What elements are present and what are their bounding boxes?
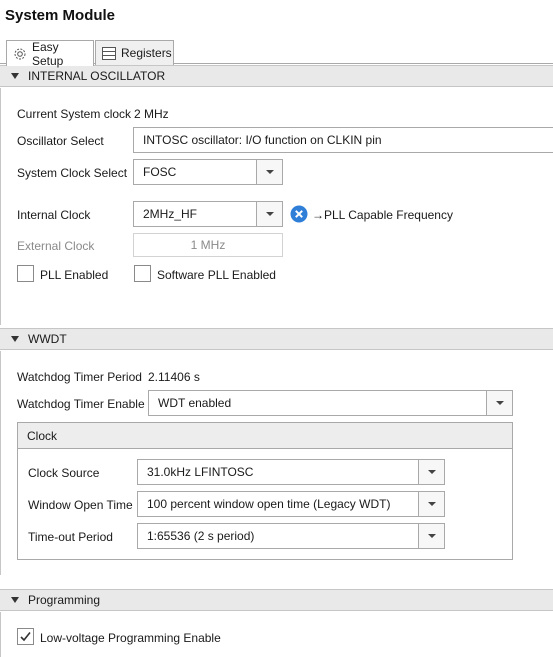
pll-enabled-checkbox[interactable] bbox=[17, 265, 34, 282]
clock-source-label: Clock Source bbox=[28, 466, 100, 480]
oscillator-select-label: Oscillator Select bbox=[17, 134, 104, 148]
timeout-period-label: Time-out Period bbox=[28, 530, 113, 544]
chevron-down-icon bbox=[265, 212, 274, 216]
checkmark-icon bbox=[20, 632, 31, 642]
collapse-arrow-icon bbox=[11, 73, 19, 79]
chevron-down-icon bbox=[495, 401, 504, 405]
tab-easy-setup[interactable]: Easy Setup bbox=[6, 39, 94, 68]
dropdown-button[interactable] bbox=[256, 159, 283, 185]
page-title: System Module bbox=[5, 7, 116, 24]
timeout-period-value: 1:65536 (2 s period) bbox=[137, 523, 418, 549]
collapse-arrow-icon bbox=[11, 336, 19, 342]
external-clock-label: External Clock bbox=[17, 239, 95, 253]
watchdog-period-label: Watchdog Timer Period bbox=[17, 370, 142, 384]
software-pll-checkbox[interactable] bbox=[134, 265, 151, 282]
timeout-period-dropdown[interactable]: 1:65536 (2 s period) bbox=[137, 523, 445, 549]
gear-icon bbox=[13, 47, 27, 61]
watchdog-enable-value: WDT enabled bbox=[148, 390, 486, 416]
dropdown-button[interactable] bbox=[418, 459, 445, 485]
pll-enabled-label: PLL Enabled bbox=[40, 268, 109, 282]
watchdog-period-value: 2.11406 s bbox=[148, 370, 200, 384]
dropdown-button[interactable] bbox=[256, 201, 283, 227]
dropdown-button[interactable] bbox=[486, 390, 513, 416]
watchdog-enable-label: Watchdog Timer Enable bbox=[17, 397, 145, 411]
table-icon bbox=[102, 46, 116, 60]
clock-source-value: 31.0kHz LFINTOSC bbox=[137, 459, 418, 485]
section-title: WWDT bbox=[28, 332, 67, 346]
section-header-wwdt[interactable]: WWDT bbox=[0, 328, 553, 350]
external-clock-value: 1 MHz bbox=[190, 238, 226, 252]
watchdog-enable-dropdown[interactable]: WDT enabled bbox=[148, 390, 513, 416]
dropdown-button[interactable] bbox=[418, 491, 445, 517]
chevron-down-icon bbox=[427, 470, 436, 474]
software-pll-label: Software PLL Enabled bbox=[157, 268, 276, 282]
external-clock-field: 1 MHz bbox=[133, 233, 283, 257]
info-badge-icon bbox=[290, 205, 308, 226]
window-open-time-label: Window Open Time bbox=[28, 498, 133, 512]
chevron-down-icon bbox=[427, 534, 436, 538]
window-open-time-dropdown[interactable]: 100 percent window open time (Legacy WDT… bbox=[137, 491, 445, 517]
tab-label: Easy Setup bbox=[32, 39, 64, 68]
system-clock-select-label: System Clock Select bbox=[17, 166, 128, 180]
clock-source-dropdown[interactable]: 31.0kHz LFINTOSC bbox=[137, 459, 445, 485]
window-open-time-value: 100 percent window open time (Legacy WDT… bbox=[137, 491, 418, 517]
tab-label: Registers bbox=[121, 46, 172, 60]
section-header-programming[interactable]: Programming bbox=[0, 589, 553, 611]
dropdown-button[interactable] bbox=[418, 523, 445, 549]
collapse-arrow-icon bbox=[11, 597, 19, 603]
section-title: INTERNAL OSCILLATOR bbox=[28, 69, 166, 83]
internal-clock-dropdown[interactable]: 2MHz_HF bbox=[133, 201, 283, 227]
pll-capable-note: →PLL Capable Frequency bbox=[312, 208, 453, 222]
current-clock-value: 2 MHz bbox=[134, 107, 169, 121]
tab-registers[interactable]: Registers bbox=[95, 40, 174, 65]
internal-clock-label: Internal Clock bbox=[17, 208, 91, 222]
current-clock-label: Current System clock bbox=[17, 107, 132, 121]
system-clock-select-dropdown[interactable]: FOSC bbox=[133, 159, 283, 185]
system-clock-select-value: FOSC bbox=[133, 159, 256, 185]
section-title: Programming bbox=[28, 593, 101, 607]
internal-clock-value: 2MHz_HF bbox=[133, 201, 256, 227]
chevron-down-icon bbox=[427, 502, 436, 506]
clock-group-header: Clock bbox=[18, 423, 512, 449]
chevron-down-icon bbox=[265, 170, 274, 174]
low-voltage-programming-label: Low-voltage Programming Enable bbox=[40, 631, 221, 645]
section-header-internal-oscillator[interactable]: INTERNAL OSCILLATOR bbox=[0, 65, 553, 87]
oscillator-select-value: INTOSC oscillator: I/O function on CLKIN… bbox=[143, 133, 382, 147]
low-voltage-programming-checkbox[interactable] bbox=[17, 628, 34, 645]
oscillator-select-field[interactable]: INTOSC oscillator: I/O function on CLKIN… bbox=[133, 127, 553, 153]
